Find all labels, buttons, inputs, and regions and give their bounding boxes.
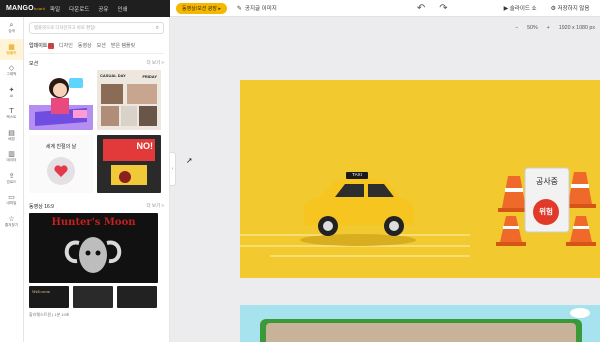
logo[interactable]: MANGOboard — [6, 5, 45, 12]
section-video-header: 동영상 16:9 더 보기 > — [29, 203, 164, 210]
canvas-size[interactable]: 1920 x 1080 px — [559, 25, 595, 31]
more-link-video[interactable]: 더 보기 > — [146, 203, 164, 210]
template-icon: ▦ — [8, 42, 15, 51]
editor-app: MANGOboard 파일 다운로드 공유 인쇄 동영상/모션 광장 ▸ ✎ 공… — [0, 0, 600, 342]
template-thumb-hunter-moon[interactable]: Hunter's Moon — [29, 213, 158, 283]
panel-collapse-handle[interactable]: ‹ — [170, 152, 176, 186]
video-grid-row: Welcome — [29, 286, 164, 308]
zoom-out-button[interactable]: − — [515, 25, 518, 31]
template-thumb[interactable]: CASUAL DAY FRIDAY — [97, 70, 161, 130]
redo-icon[interactable]: ↷ — [439, 3, 447, 14]
canvas-page-2[interactable] — [240, 305, 600, 342]
play-icon: ▶ — [503, 6, 509, 12]
mouse-cursor: ➚ — [186, 156, 193, 165]
new-badge: N — [48, 42, 55, 49]
undo-icon[interactable]: ↶ — [417, 3, 425, 14]
template-search-input[interactable]: 템플릿으로 디자인하고 바로 편집! ⌕ — [29, 22, 164, 34]
template-thumb[interactable] — [73, 286, 113, 308]
tab-motion[interactable]: 모션 — [97, 42, 106, 49]
motion-grid-row2: 세계 친절의 날 NO! — [29, 135, 164, 193]
danger-text: 위험 — [539, 207, 553, 216]
taxi-sign-text: TAXI — [352, 172, 362, 177]
section-motion-header: 모션 더 보기 > — [29, 60, 164, 67]
upload-icon: ⇪ — [8, 171, 15, 180]
share-image-link[interactable]: ✎ 공지글 이미지 — [236, 4, 277, 13]
template-tabs: 업데이트 N 디자인 동영상 모션 받은 템플릿 — [29, 42, 164, 54]
template-thumb[interactable] — [29, 70, 93, 130]
template-thumb[interactable]: 세계 친절의 날 — [29, 135, 93, 193]
main-menu: 파일 다운로드 공유 인쇄 — [50, 5, 128, 13]
slideshow-button[interactable]: ▶ 슬라이드 쇼 — [504, 4, 537, 12]
rail-background[interactable]: ▤ 배경 — [0, 125, 23, 147]
tab-video[interactable]: 동영상 — [78, 42, 92, 49]
page2-preview — [260, 308, 590, 342]
rail-upload[interactable]: ⇪ 업로드 — [0, 168, 23, 190]
menu-print[interactable]: 인쇄 — [118, 5, 128, 13]
editor-header: 동영상/모션 광장 ▸ ✎ 공지글 이미지 ↶ ↷ ▶ 슬라이드 쇼 ⚙ 저장하… — [170, 0, 600, 17]
fashion-photo-grid — [101, 84, 157, 126]
rail-template[interactable]: ▦ 템플릿 — [0, 38, 23, 60]
rail-myfiles[interactable]: ▭ 내파일 — [0, 189, 23, 211]
template-thumb[interactable]: Welcome — [29, 286, 69, 308]
canvas-page-1[interactable]: TAXI 공사중 위험 — [240, 80, 600, 278]
girl-illustration — [29, 78, 93, 130]
rail-favorites[interactable]: ☆ 즐겨찾기 — [0, 211, 23, 233]
tab-design[interactable]: 디자인 — [59, 42, 73, 49]
pencil-icon: ✎ — [236, 5, 242, 12]
tool-rail: ⌕ 검색 ▦ 템플릿 ◇ 그래픽 ✦ AI T 텍스트 ▤ 배경 ▥ 데이터 ⇪ 업로드 ▭ 내파… — [0, 17, 24, 342]
motion-promo-button[interactable]: 동영상/모션 광장 ▸ — [176, 2, 227, 14]
search-icon: ⌕ — [155, 24, 159, 31]
tab-received[interactable]: 받은 템플릿 — [111, 42, 135, 49]
chevron-left-icon: ‹ — [171, 166, 174, 172]
construction-text: 공사중 — [535, 177, 559, 186]
zoom-in-button[interactable]: + — [547, 25, 550, 31]
menu-download[interactable]: 다운로드 — [69, 5, 89, 13]
rail-text[interactable]: T 텍스트 — [0, 103, 23, 125]
template-meta-label: 할러웨스트원 | 1분 10초 — [29, 312, 70, 317]
tab-update[interactable]: 업데이트 N — [29, 42, 55, 49]
menu-share[interactable]: 공유 — [98, 5, 108, 13]
traffic-cone — [566, 216, 596, 246]
ai-icon: ✦ — [8, 85, 15, 94]
star-icon: ☆ — [8, 214, 15, 223]
template-panel: 템플릿으로 디자인하고 바로 편집! ⌕ 업데이트 N 디자인 동영상 모션 받은… — [24, 17, 170, 342]
template-thumb[interactable]: NO! — [97, 135, 161, 193]
rail-ai[interactable]: ✦ AI — [0, 82, 23, 104]
rail-data[interactable]: ▥ 데이터 — [0, 146, 23, 168]
background-icon: ▤ — [8, 128, 15, 137]
save-status[interactable]: ⚙ 저장하지 않음 — [551, 4, 590, 12]
rail-graphic[interactable]: ◇ 그래픽 — [0, 60, 23, 82]
canvas-toolbar: − 50% + 1920 x 1080 px — [170, 17, 600, 39]
traffic-cone — [496, 216, 526, 246]
more-link-motion[interactable]: 더 보기 > — [146, 60, 164, 67]
rail-search[interactable]: ⌕ 검색 — [0, 17, 23, 39]
menu-file[interactable]: 파일 — [50, 5, 60, 13]
gear-icon: ⚙ — [550, 6, 556, 12]
motion-grid-row1: CASUAL DAY FRIDAY — [29, 70, 164, 130]
zoom-level[interactable]: 50% — [527, 25, 538, 31]
template-thumb[interactable] — [117, 286, 157, 308]
